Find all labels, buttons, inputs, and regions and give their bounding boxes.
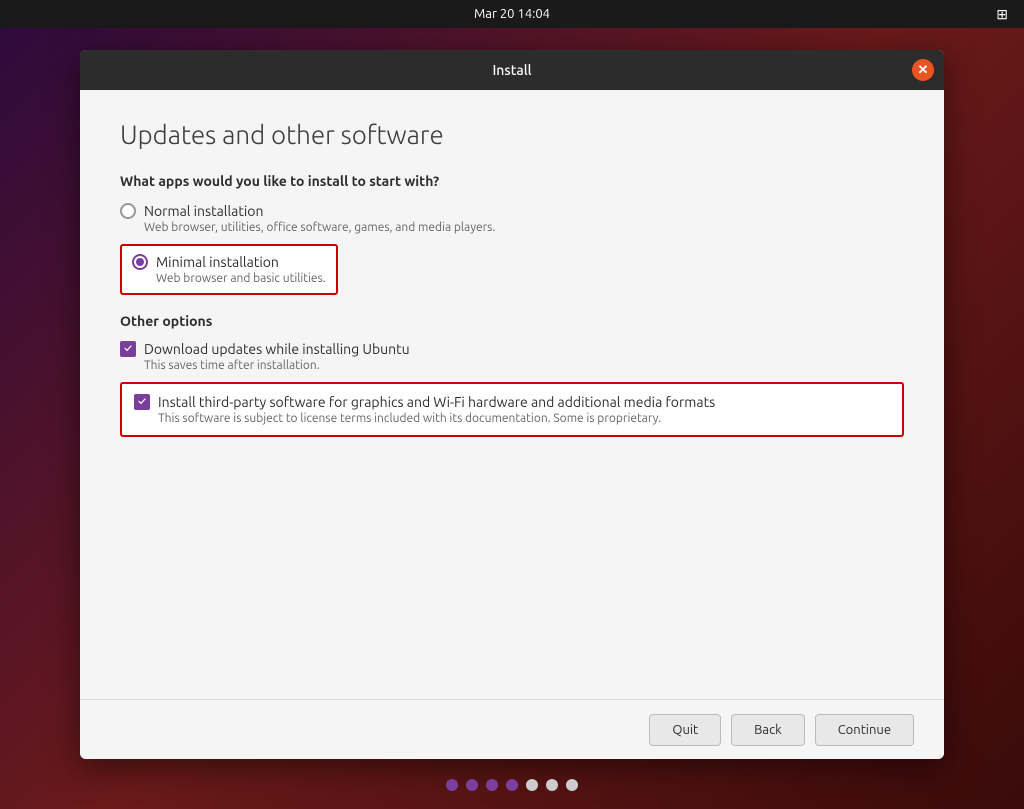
progress-dot-2: [466, 779, 478, 791]
progress-dot-7: [566, 779, 578, 791]
minimal-installation-description: Web browser and basic utilities.: [156, 272, 326, 285]
progress-dot-6: [546, 779, 558, 791]
title-bar: Install ✕: [80, 50, 944, 90]
normal-installation-text: Normal installation: [144, 203, 263, 219]
progress-dot-3: [486, 779, 498, 791]
bottom-bar: Quit Back Continue: [80, 699, 944, 759]
page-title: Updates and other software: [120, 120, 904, 149]
install-question: What apps would you like to install to s…: [120, 173, 904, 189]
quit-button[interactable]: Quit: [649, 714, 721, 746]
progress-dot-1: [446, 779, 458, 791]
progress-dot-5: [526, 779, 538, 791]
normal-installation-description: Web browser, utilities, office software,…: [144, 221, 904, 234]
download-updates-description: This saves time after installation.: [144, 359, 904, 372]
top-bar-time: Mar 20 14:04: [474, 7, 550, 21]
third-party-description: This software is subject to license term…: [158, 412, 890, 425]
continue-button[interactable]: Continue: [815, 714, 914, 746]
top-bar: Mar 20 14:04 ⊞: [0, 0, 1024, 28]
install-window: Install ✕ Updates and other software Wha…: [80, 50, 944, 759]
progress-dot-4: [506, 779, 518, 791]
window-title: Install: [492, 62, 531, 78]
download-updates-label[interactable]: ✓ Download updates while installing Ubun…: [120, 341, 904, 357]
normal-installation-label[interactable]: Normal installation: [120, 203, 904, 219]
download-updates-text: Download updates while installing Ubuntu: [144, 341, 410, 357]
progress-dots: [0, 779, 1024, 791]
third-party-label[interactable]: ✓ Install third-party software for graph…: [134, 394, 890, 410]
other-options-label: Other options: [120, 313, 904, 329]
minimal-installation-label[interactable]: Minimal installation: [132, 254, 326, 270]
minimal-installation-text: Minimal installation: [156, 254, 279, 270]
third-party-highlighted: ✓ Install third-party software for graph…: [120, 382, 904, 437]
minimal-installation-option[interactable]: Minimal installation Web browser and bas…: [132, 254, 326, 285]
download-updates-option[interactable]: ✓ Download updates while installing Ubun…: [120, 341, 904, 372]
minimal-installation-highlighted: Minimal installation Web browser and bas…: [120, 244, 338, 295]
network-icon: ⊞: [996, 6, 1008, 23]
third-party-text: Install third-party software for graphic…: [158, 394, 715, 410]
close-button[interactable]: ✕: [912, 59, 934, 81]
minimal-radio-button[interactable]: [132, 254, 148, 270]
third-party-option[interactable]: ✓ Install third-party software for graph…: [134, 394, 890, 425]
download-updates-checkbox[interactable]: ✓: [120, 341, 136, 357]
content-area: Updates and other software What apps wou…: [80, 90, 944, 699]
normal-radio-button[interactable]: [120, 203, 136, 219]
back-button[interactable]: Back: [731, 714, 805, 746]
normal-installation-option[interactable]: Normal installation Web browser, utiliti…: [120, 203, 904, 234]
third-party-checkbox[interactable]: ✓: [134, 394, 150, 410]
